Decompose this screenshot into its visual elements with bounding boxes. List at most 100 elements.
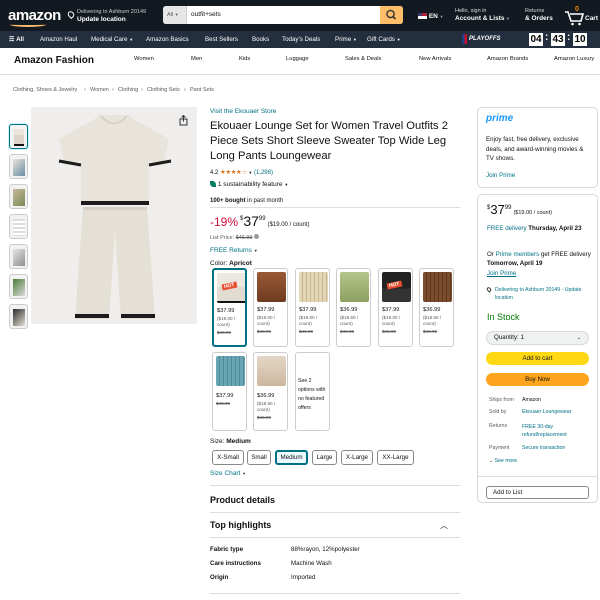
- chevron-up-icon[interactable]: ︿: [440, 520, 448, 531]
- size-label: Size: Medium: [210, 438, 251, 445]
- seller-link[interactable]: Ekouaer Loungewear: [522, 409, 571, 415]
- payment-link[interactable]: Secure transaction: [522, 445, 565, 451]
- breadcrumb-item[interactable]: Clothing, Shoes & Jewelry: [13, 87, 77, 93]
- returns-orders-link[interactable]: Returns & Orders: [525, 7, 553, 23]
- color-swatch[interactable]: HOT $37.99 ($19.00 / count) $46.99: [212, 268, 247, 347]
- subnav-item-amazon-haul[interactable]: Amazon Haul: [40, 31, 77, 48]
- store-link[interactable]: Visit the Ekouaer Store: [210, 108, 276, 115]
- account-menu[interactable]: Hello, sign in Account & Lists ▼: [455, 7, 510, 23]
- breadcrumb-item[interactable]: Clothing: [118, 87, 138, 93]
- store-nav-sales-deals[interactable]: Sales & Deals: [345, 56, 381, 62]
- product-thumbnail[interactable]: [9, 214, 28, 239]
- divider: [478, 476, 597, 477]
- more-options-swatch[interactable]: See 2 options with no featured offers: [295, 352, 330, 431]
- see-more-link[interactable]: ⌄ See more: [489, 458, 517, 464]
- store-title[interactable]: Amazon Fashion: [14, 55, 94, 66]
- subnav-item-amazon-basics[interactable]: Amazon Basics: [146, 31, 189, 48]
- swatch-list-price: $46.99: [217, 330, 232, 335]
- share-button[interactable]: [178, 114, 189, 126]
- color-swatch[interactable]: $36.99 ($18.50 / count) $46.99: [336, 268, 371, 347]
- quantity-select[interactable]: Quantity: 1 ⌄: [486, 331, 589, 345]
- info-icon[interactable]: [254, 234, 260, 239]
- share-icon: [179, 114, 188, 126]
- store-nav-amazon-brands[interactable]: Amazon Brands: [487, 56, 528, 62]
- size-option-x-large[interactable]: X-Large: [341, 450, 373, 465]
- subnav-item-prime[interactable]: Prime ▼: [335, 31, 357, 48]
- rating-count-link[interactable]: (1,298): [254, 170, 273, 176]
- chevron-down-icon: ▼: [396, 37, 401, 42]
- color-swatch[interactable]: $37.99 $46.99: [212, 352, 247, 431]
- product-thumbnail[interactable]: [9, 124, 28, 149]
- divider: [210, 593, 460, 594]
- product-title: Ekouaer Lounge Set for Women Travel Outf…: [210, 120, 448, 162]
- divider: [210, 512, 460, 513]
- attribute-key: Fabric type: [210, 546, 244, 553]
- delivery-location[interactable]: Delivering to Ashburn 20149 Update locat…: [66, 8, 146, 24]
- price-fraction: 99: [258, 216, 266, 222]
- search-button[interactable]: [380, 6, 403, 24]
- attribute-key: Origin: [210, 574, 229, 581]
- product-thumbnail[interactable]: [9, 154, 28, 179]
- size-option-medium[interactable]: Medium: [275, 450, 308, 465]
- product-thumbnail[interactable]: [9, 274, 28, 299]
- swatch-list-price: $46.99: [299, 329, 314, 334]
- add-to-cart-button[interactable]: Add to cart: [486, 352, 589, 365]
- add-to-list-button[interactable]: Add to List: [486, 486, 589, 499]
- size-chart-link[interactable]: Size Chart ▼: [210, 470, 246, 477]
- search-category-select[interactable]: All ▼: [163, 6, 187, 24]
- size-option-x-small[interactable]: X-Small: [212, 450, 244, 465]
- product-photo: [31, 107, 197, 324]
- color-swatch[interactable]: $37.99 ($19.00 / count) $46.99: [295, 268, 330, 347]
- free-returns-link[interactable]: FREE Returns ▼: [210, 247, 258, 254]
- swatch-price: $37.99: [216, 393, 234, 399]
- color-swatch[interactable]: $36.99 ($18.50 / count) $46.99: [419, 268, 454, 347]
- product-thumbnail[interactable]: [9, 304, 28, 329]
- chevron-right-icon: ›: [184, 87, 186, 93]
- subnav-item-gift-cards[interactable]: Gift Cards ▼: [367, 31, 401, 48]
- buybox-location[interactable]: Delivering to Ashburn 20149 - Update loc…: [485, 286, 591, 302]
- subnav-item-books[interactable]: Books: [252, 31, 269, 48]
- store-nav-new-arrivals[interactable]: New Arrivals: [419, 56, 451, 62]
- subnav-item-medical-care[interactable]: Medical Care ▼: [91, 31, 133, 48]
- store-nav-luggage[interactable]: Luggage: [286, 56, 309, 62]
- returns-policy-link[interactable]: FREE 30-day refund/replacement: [522, 423, 586, 439]
- main-product-image[interactable]: [31, 107, 197, 324]
- chevron-down-icon: ▼: [253, 248, 258, 253]
- product-thumbnail[interactable]: [9, 184, 28, 209]
- prime-description: Enjoy fast, free delivery, exclusive dea…: [486, 136, 584, 162]
- size-option-small[interactable]: Small: [247, 450, 271, 465]
- buybox-join-prime-link[interactable]: Join Prime: [487, 270, 516, 277]
- playoffs-promo[interactable]: PLAYOFFS: [462, 33, 501, 46]
- cart-button[interactable]: 0 Cart: [564, 6, 598, 26]
- buy-now-button[interactable]: Buy Now: [486, 373, 589, 386]
- store-nav-kids[interactable]: Kids: [239, 56, 250, 62]
- countdown-hours: 04: [529, 33, 543, 46]
- search-input[interactable]: outfit+sets: [191, 6, 221, 24]
- chevron-down-icon: ▼: [506, 16, 510, 21]
- account-greeting: Hello, sign in: [455, 8, 487, 14]
- rating-row[interactable]: 4.2 ★★★★☆ ▼ (1,298): [210, 168, 273, 176]
- store-nav-women[interactable]: Women: [134, 56, 154, 62]
- join-prime-link[interactable]: Join Prime: [486, 172, 515, 179]
- breadcrumb-item[interactable]: Women: [90, 87, 109, 93]
- breadcrumb-item[interactable]: Clothing Sets: [147, 87, 180, 93]
- size-option-xx-large[interactable]: XX-Large: [377, 450, 414, 465]
- subnav-item-todays-deals[interactable]: Today's Deals: [282, 31, 320, 48]
- chevron-right-icon: ›: [84, 87, 86, 93]
- sustainability-badge[interactable]: 1 sustainability feature ▼: [210, 181, 288, 188]
- subnav-item-best-sellers[interactable]: Best Sellers: [205, 31, 238, 48]
- store-nav-amazon-luxury[interactable]: Amazon Luxury: [554, 56, 594, 62]
- size-option-large[interactable]: Large: [312, 450, 337, 465]
- color-swatch[interactable]: $37.99 ($19.00 / count) $46.99: [253, 268, 288, 347]
- swatch-unit-price: ($18.50 / count): [423, 315, 442, 327]
- breadcrumb-item[interactable]: Pant Sets: [190, 87, 214, 93]
- store-nav-men[interactable]: Men: [191, 56, 202, 62]
- swatch-unit-price: ($19.00 / count): [217, 316, 236, 328]
- language-selector[interactable]: EN ▼: [418, 13, 444, 20]
- all-menu-button[interactable]: ☰ All: [9, 31, 24, 48]
- top-highlights-heading[interactable]: Top highlights: [210, 520, 271, 530]
- color-swatch[interactable]: $36.99 ($18.50 / count) $46.99: [253, 352, 288, 431]
- prime-members-link[interactable]: Prime members: [496, 251, 540, 258]
- color-swatch[interactable]: HOT $37.99 ($19.00 / count) $46.99: [378, 268, 413, 347]
- product-thumbnail[interactable]: [9, 244, 28, 269]
